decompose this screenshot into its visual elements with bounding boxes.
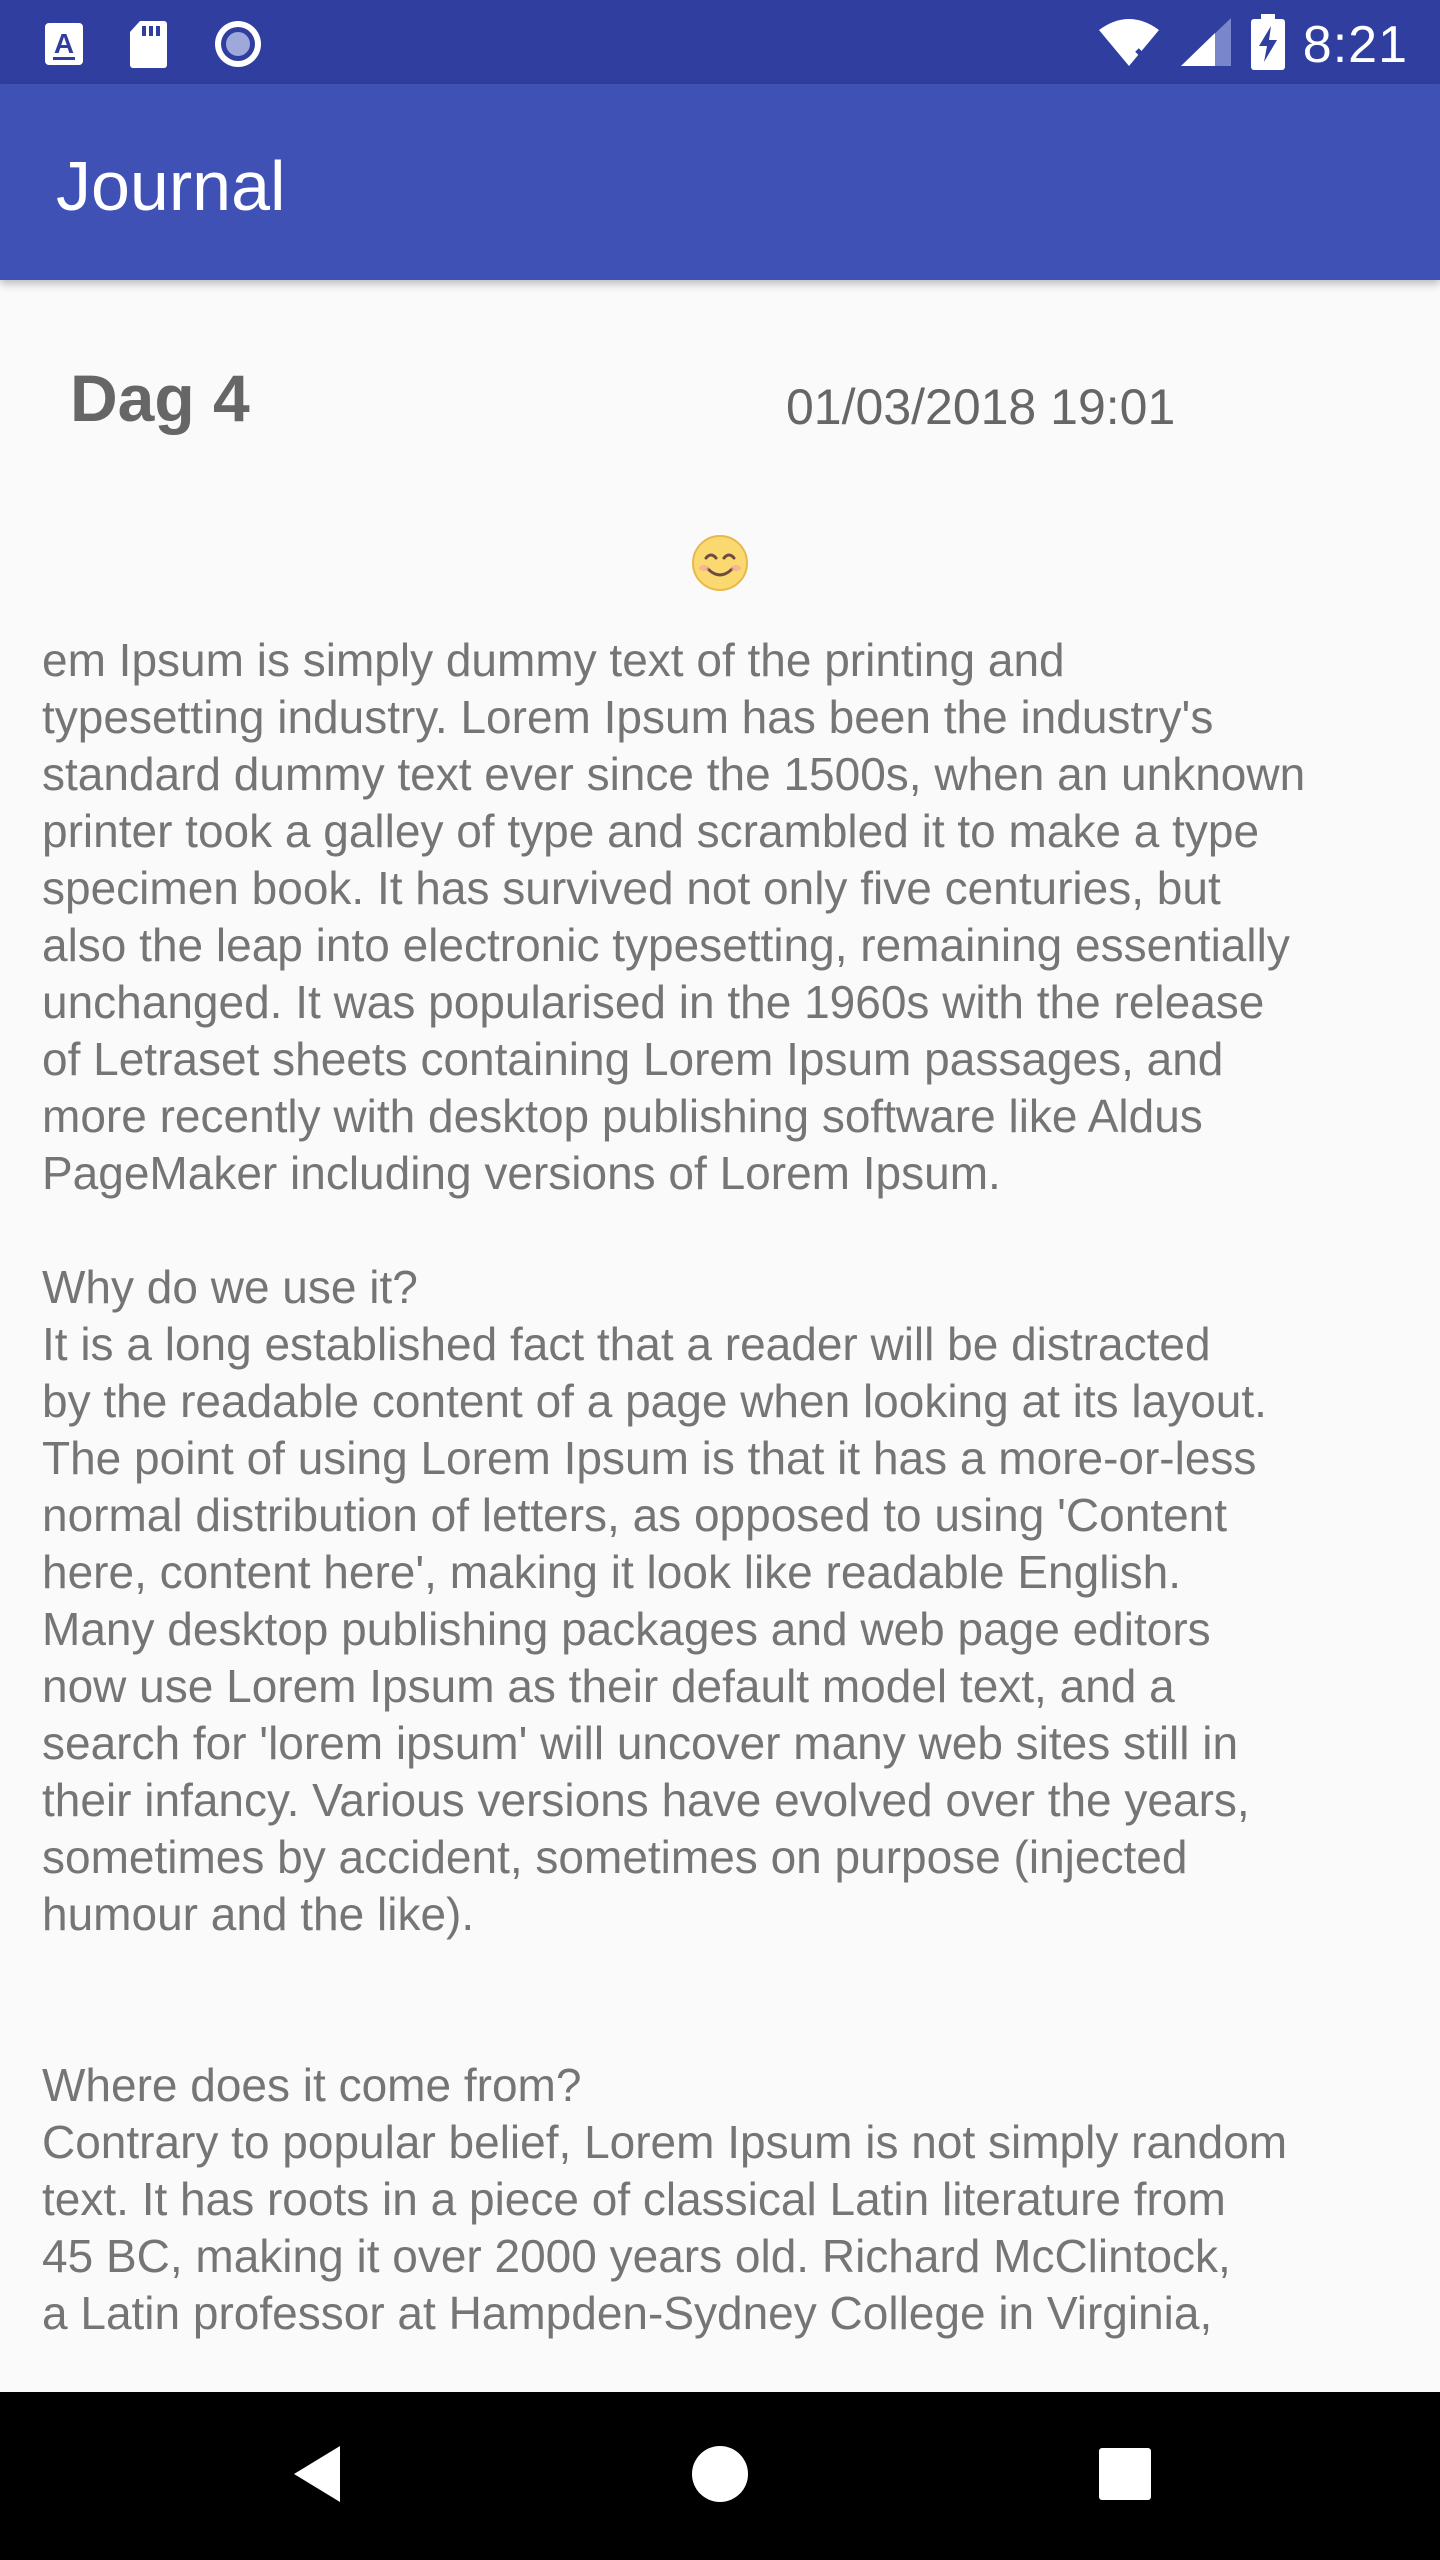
sd-card-icon	[128, 19, 168, 74]
home-icon	[690, 2444, 750, 2509]
battery-charging-icon	[1250, 14, 1285, 75]
journal-entry: Dag 4 01/03/2018 19:01 em Ipsum is simpl…	[0, 280, 1440, 2392]
navigation-bar	[0, 2392, 1440, 2560]
wifi-icon	[1097, 16, 1161, 73]
smiling-face-icon	[690, 533, 750, 593]
record-icon	[212, 18, 264, 75]
signal-icon	[1179, 16, 1233, 73]
app-bar: Journal	[0, 84, 1440, 280]
entry-body-text: em Ipsum is simply dummy text of the pri…	[42, 634, 1306, 2339]
recents-button[interactable]	[1025, 2392, 1225, 2560]
status-bar: A 8:21	[0, 0, 1440, 84]
home-button[interactable]	[620, 2392, 820, 2560]
entry-date: 01/03/2018 19:01	[786, 379, 1176, 435]
entry-title: Dag 4	[70, 361, 250, 435]
text-a-notification-icon: A	[44, 22, 84, 71]
back-icon	[288, 2442, 344, 2511]
recents-icon	[1098, 2447, 1152, 2506]
app-title: Journal	[56, 147, 286, 225]
back-button[interactable]	[216, 2392, 416, 2560]
svg-text:A: A	[54, 28, 74, 59]
status-time: 8:21	[1302, 15, 1408, 74]
